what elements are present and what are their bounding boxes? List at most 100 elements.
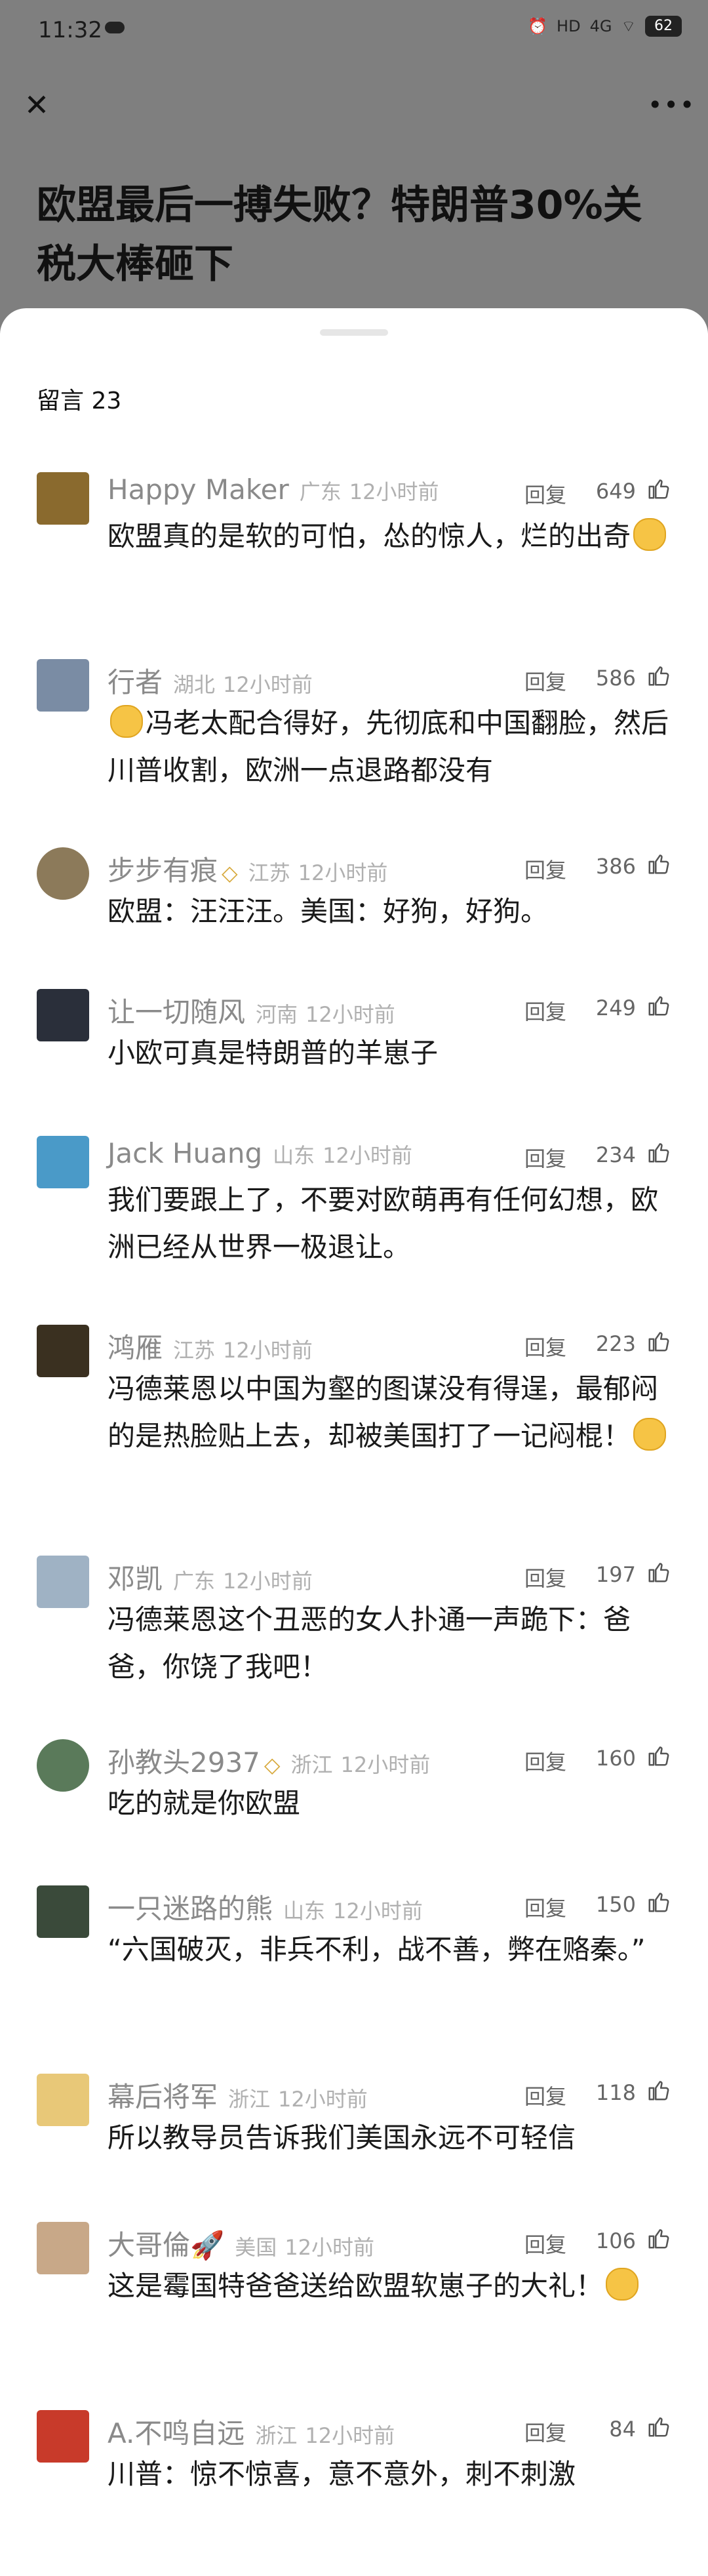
comment-username[interactable]: 邓凯 广东 12小时前 xyxy=(108,1557,313,1597)
thumbs-up-icon[interactable] xyxy=(646,1560,671,1584)
comment-meta: 幕后将军 浙江 12小时前 回复 118 xyxy=(108,2074,671,2113)
comment-location: 浙江 xyxy=(228,2087,271,2112)
username-text[interactable]: Jack Huang xyxy=(108,1137,262,1169)
cloud-icon xyxy=(105,22,125,33)
avatar[interactable] xyxy=(37,472,89,525)
comment-meta: 让一切随风 河南 12小时前 回复 249 xyxy=(108,989,671,1028)
avatar[interactable] xyxy=(37,1325,89,1377)
comment-location: 广东 xyxy=(173,1569,216,1594)
comment-item[interactable]: 邓凯 广东 12小时前 回复 197 冯德莱恩这个丑恶的女人扑通一声跪下：爸爸，你饶了我吧… xyxy=(0,1556,708,1726)
reply-button[interactable]: 回复 xyxy=(524,2417,566,2447)
avatar[interactable] xyxy=(37,1136,89,1188)
thumbs-up-icon[interactable] xyxy=(646,2414,671,2439)
comment-item[interactable]: 幕后将军 浙江 12小时前 回复 118 所以教导员告诉我们美国永远不可轻信 xyxy=(0,2074,708,2205)
status-time: 11:32 xyxy=(38,17,102,43)
comment-meta: 邓凯 广东 12小时前 回复 197 xyxy=(108,1556,671,1595)
comment-username[interactable]: 孙教头2937 ◇ 浙江 12小时前 xyxy=(108,1741,430,1781)
comment-item[interactable]: 孙教头2937 ◇ 浙江 12小时前 回复 160 吃的就是你欧盟 xyxy=(0,1739,708,1870)
avatar[interactable] xyxy=(37,1885,89,1938)
thumbs-up-icon[interactable] xyxy=(646,993,671,1018)
comment-item[interactable]: 鸿雁 江苏 12小时前 回复 223 冯德莱恩以中国为壑的图谋没有得逞，最郁闷的是热脸贴上… xyxy=(0,1325,708,1541)
username-text[interactable]: 邓凯 xyxy=(108,1563,163,1595)
comment-time: 12小时前 xyxy=(305,1002,395,1027)
comment-username[interactable]: 步步有痕 ◇ 江苏 12小时前 xyxy=(108,849,387,889)
comment-body: 吃的就是你欧盟 xyxy=(108,1787,301,1819)
comment-time: 12小时前 xyxy=(298,860,388,885)
sheet-drag-handle[interactable] xyxy=(320,329,388,336)
thumbs-up-icon[interactable] xyxy=(646,1140,671,1165)
comment-item[interactable]: 步步有痕 ◇ 江苏 12小时前 回复 386 欧盟：汪汪汪。美国：好狗，好狗。 xyxy=(0,847,708,978)
username-text[interactable]: 大哥倫🚀 xyxy=(108,2229,224,2261)
thumbs-up-icon[interactable] xyxy=(646,1743,671,1768)
comment-username[interactable]: 幕后将军 浙江 12小时前 xyxy=(108,2075,368,2115)
thumbs-up-icon[interactable] xyxy=(646,2226,671,2251)
battery-icon: 62 xyxy=(645,16,682,37)
avatar[interactable] xyxy=(37,659,89,712)
alarm-icon: ⏰ xyxy=(528,17,548,35)
avatar[interactable] xyxy=(37,2410,89,2463)
avatar[interactable] xyxy=(37,2222,89,2274)
username-text[interactable]: A.不鸣自远 xyxy=(108,2417,245,2449)
comment-item[interactable]: A.不鸣自远 浙江 12小时前 回复 84 川普：惊不惊喜，意不意外，刺不刺激 xyxy=(0,2410,708,2541)
avatar[interactable] xyxy=(37,847,89,900)
reply-button[interactable]: 回复 xyxy=(524,1892,566,1922)
username-text[interactable]: 幕后将军 xyxy=(108,2081,218,2113)
comment-text: 小欧可真是特朗普的羊崽子 xyxy=(108,1030,671,1077)
more-icon[interactable]: ••• xyxy=(648,87,694,123)
comment-username[interactable]: 一只迷路的熊 山东 12小时前 xyxy=(108,1887,423,1927)
avatar[interactable] xyxy=(37,1556,89,1608)
comment-username[interactable]: A.不鸣自远 浙江 12小时前 xyxy=(108,2411,395,2451)
comment-username[interactable]: 大哥倫🚀 美国 12小时前 xyxy=(108,2223,374,2263)
username-text[interactable]: 鸿雁 xyxy=(108,1332,163,1364)
username-text[interactable]: 步步有痕 xyxy=(108,855,218,887)
like-count: 84 xyxy=(609,2417,636,2442)
thumbs-up-icon[interactable] xyxy=(646,851,671,876)
username-text[interactable]: 让一切随风 xyxy=(108,996,245,1028)
username-text[interactable]: Happy Maker xyxy=(108,473,289,506)
username-text[interactable]: 一只迷路的熊 xyxy=(108,1893,273,1925)
avatar[interactable] xyxy=(37,2074,89,2126)
reply-button[interactable]: 回复 xyxy=(524,2080,566,2110)
comment-item[interactable]: 大哥倫🚀 美国 12小时前 回复 106 这是霉国特爸爸送给欧盟软崽子的大礼！ xyxy=(0,2222,708,2392)
reply-button[interactable]: 回复 xyxy=(524,1331,566,1361)
comment-username[interactable]: 鸿雁 江苏 12小时前 xyxy=(108,1326,313,1366)
comment-text: 这是霉国特爸爸送给欧盟软崽子的大礼！ xyxy=(108,2263,671,2310)
comment-item[interactable]: 一只迷路的熊 山东 12小时前 回复 150 “六国破灭，非兵不利，战不善，弊在赂秦。” xyxy=(0,1885,708,2056)
reply-button[interactable]: 回复 xyxy=(524,996,566,1026)
close-icon[interactable]: ✕ xyxy=(18,87,55,123)
thumbs-up-icon[interactable] xyxy=(646,2078,671,2103)
reply-button[interactable]: 回复 xyxy=(524,666,566,696)
reply-button[interactable]: 回复 xyxy=(524,1142,566,1173)
reply-button[interactable]: 回复 xyxy=(524,854,566,884)
comment-item[interactable]: Happy Maker 广东 12小时前 回复 649 欧盟真的是软的可怕，怂的惊人，烂的… xyxy=(0,472,708,643)
like-count: 106 xyxy=(595,2228,636,2253)
thumbs-up-icon[interactable] xyxy=(646,663,671,688)
username-text[interactable]: 行者 xyxy=(108,666,163,698)
reply-button[interactable]: 回复 xyxy=(524,479,566,509)
comment-item[interactable]: Jack Huang 山东 12小时前 回复 234 我们要跟上了，不要对欧萌再有任何幻想… xyxy=(0,1136,708,1306)
comment-text: 欧盟真的是软的可怕，怂的惊人，烂的出奇 xyxy=(108,513,671,560)
comment-location: 浙江 xyxy=(290,1752,333,1777)
comment-username[interactable]: Jack Huang 山东 12小时前 xyxy=(108,1137,412,1169)
avatar[interactable] xyxy=(37,989,89,1041)
avatar[interactable] xyxy=(37,1739,89,1792)
comment-time: 12小时前 xyxy=(278,2087,368,2112)
comment-item[interactable]: 让一切随风 河南 12小时前 回复 249 小欧可真是特朗普的羊崽子 xyxy=(0,989,708,1120)
username-text[interactable]: 孙教头2937 xyxy=(108,1746,260,1779)
reply-button[interactable]: 回复 xyxy=(524,2228,566,2259)
thumbs-up-icon[interactable] xyxy=(646,1889,671,1914)
thumbs-up-icon[interactable] xyxy=(646,1329,671,1354)
comment-item[interactable]: 行者 湖北 12小时前 回复 586 冯老太配合得好，先彻底和中国翻脸，然后川普收割，欧洲… xyxy=(0,659,708,830)
comment-body: “六国破灭，非兵不利，战不善，弊在赂秦。” xyxy=(108,1933,646,1965)
comment-location: 浙江 xyxy=(255,2423,298,2448)
comment-body: 欧盟真的是软的可怕，怂的惊人，烂的出奇 xyxy=(108,520,631,552)
comment-username[interactable]: 让一切随风 河南 12小时前 xyxy=(108,990,395,1030)
comment-username[interactable]: 行者 湖北 12小时前 xyxy=(108,660,313,700)
comment-location: 山东 xyxy=(283,1899,326,1923)
thumbs-up-icon[interactable] xyxy=(646,476,671,501)
comment-time: 12小时前 xyxy=(285,2235,375,2260)
comment-username[interactable]: Happy Maker 广东 12小时前 xyxy=(108,473,439,506)
reply-button[interactable]: 回复 xyxy=(524,1562,566,1592)
reply-button[interactable]: 回复 xyxy=(524,1746,566,1776)
status-bar: 11:32 ⏰ HD 4G ⌔ 62 xyxy=(0,0,708,63)
